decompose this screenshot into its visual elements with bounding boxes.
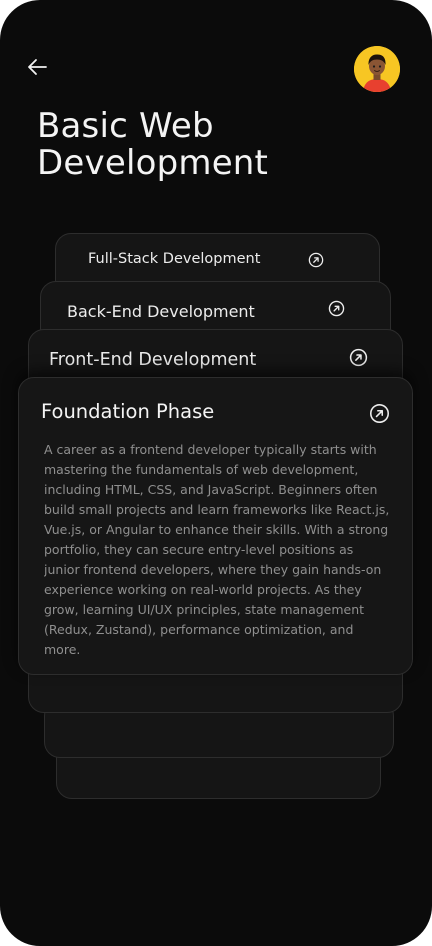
back-button[interactable]: [22, 54, 52, 80]
arrow-up-right-circle-icon[interactable]: [369, 403, 390, 424]
phone-screen: Basic Web Development Full-Stack Develop…: [0, 0, 432, 946]
avatar[interactable]: [354, 46, 400, 92]
arrow-up-right-circle-icon: [349, 348, 368, 367]
card-label: Full-Stack Development: [88, 251, 261, 267]
user-avatar-icon: [354, 46, 400, 92]
page-title: Basic Web Development: [37, 106, 269, 183]
card-label: Front-End Development: [49, 350, 257, 370]
card-foundation-phase[interactable]: Foundation Phase A career as a frontend …: [18, 377, 413, 675]
card-label: Back-End Development: [67, 302, 255, 321]
card-title: Foundation Phase: [41, 400, 215, 423]
arrow-up-right-circle-icon: [308, 252, 324, 268]
card-description: A career as a frontend developer typical…: [44, 442, 390, 657]
arrow-up-right-circle-icon: [328, 300, 345, 317]
arrow-left-icon: [28, 59, 47, 75]
